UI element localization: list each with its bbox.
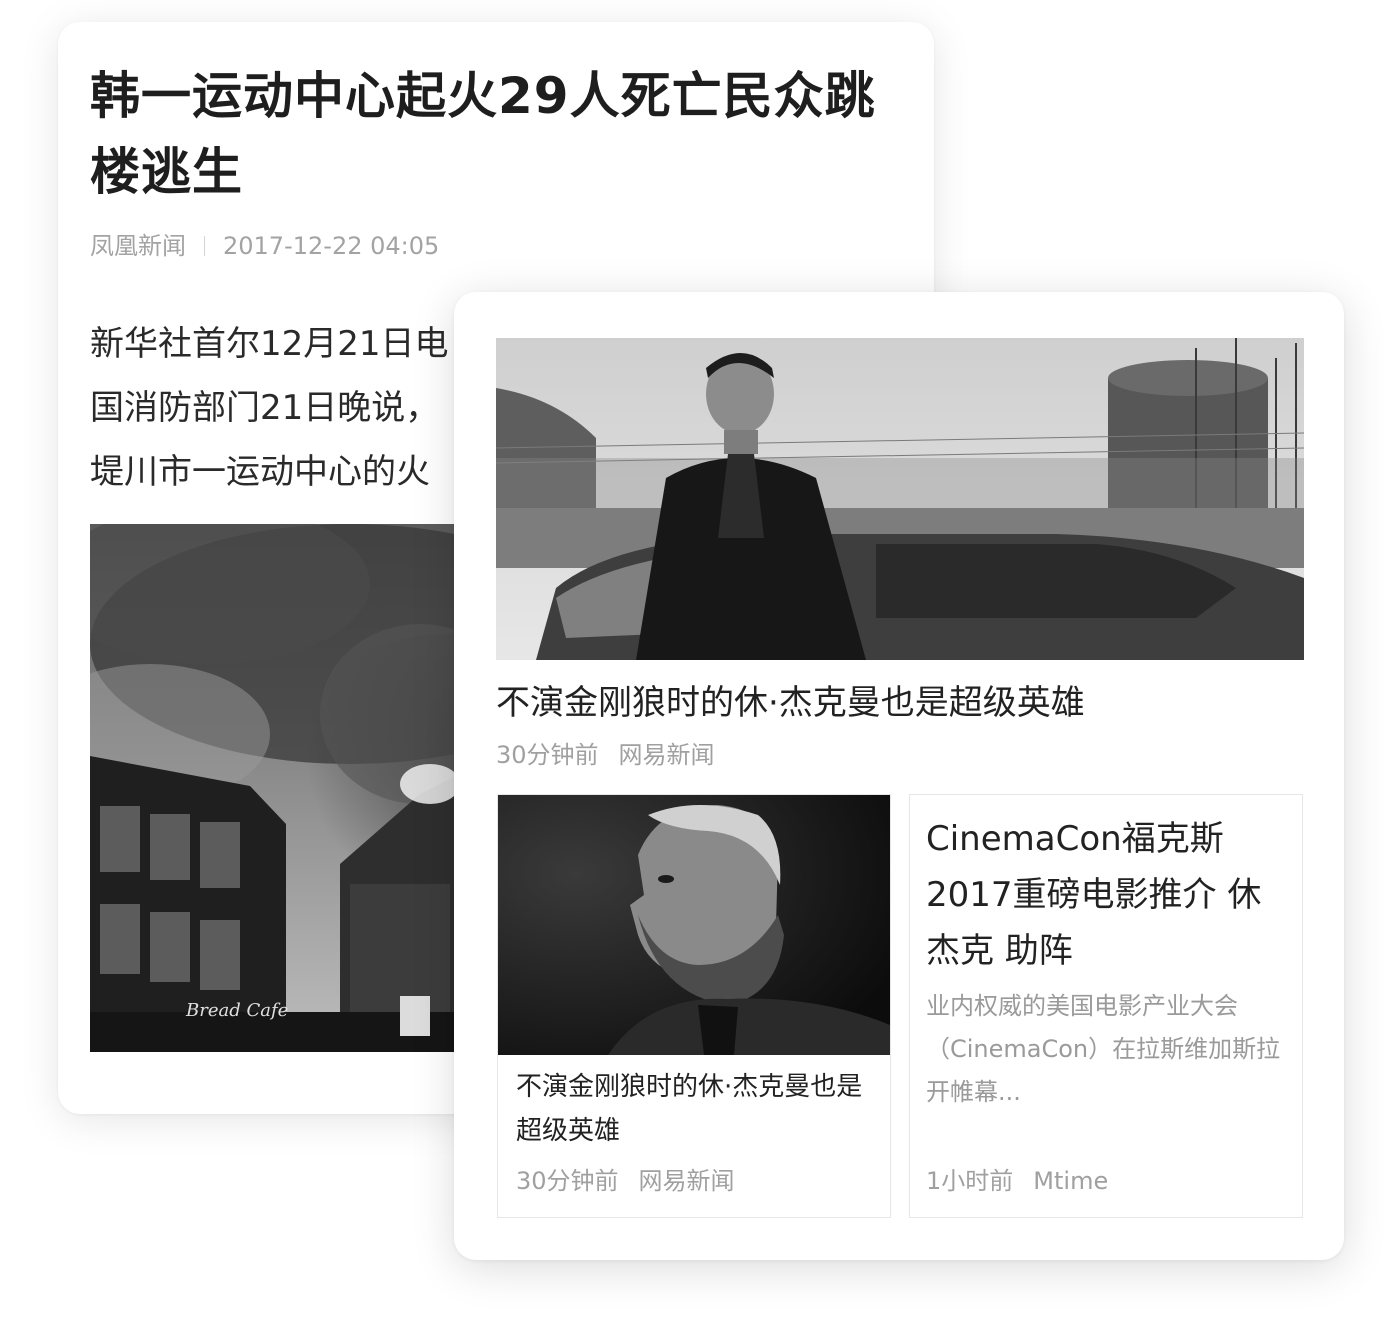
man-with-car-illustration <box>496 338 1304 660</box>
screen: 韩一运动中心起火29人死亡民众跳楼逃生 凤凰新闻 2017-12-22 04:0… <box>0 0 1400 1322</box>
cafe-sign-text: Bread Cafe <box>185 1000 288 1021</box>
bearded-man-illustration <box>498 795 890 1055</box>
man-with-car-photo[interactable] <box>496 338 1304 660</box>
hero-source[interactable]: 网易新闻 <box>619 741 715 769</box>
tile-right-time: 1小时前 <box>926 1167 1014 1195</box>
news-tile-left[interactable]: 不演金刚狼时的休·杰克曼也是超级英雄 30分钟前 网易新闻 <box>497 794 891 1218</box>
article-title: 韩一运动中心起火29人死亡民众跳楼逃生 <box>90 67 876 201</box>
article-time: 2017-12-22 04:05 <box>223 232 440 260</box>
article-meta: 凤凰新闻 2017-12-22 04:05 <box>90 230 439 262</box>
tile-left-headline: 不演金刚狼时的休·杰克曼也是超级英雄 <box>516 1072 863 1146</box>
feed-card: 不演金刚狼时的休·杰克曼也是超级英雄 30分钟前 网易新闻 不演金刚狼时的休·杰… <box>454 292 1344 1260</box>
tile-right-source[interactable]: Mtime <box>1033 1167 1108 1195</box>
article-source[interactable]: 凤凰新闻 <box>90 230 186 262</box>
tile-left-source[interactable]: 网易新闻 <box>639 1167 735 1195</box>
tile-right-headline: CinemaCon福克斯2017重磅电影推介 休杰克 助阵 <box>926 819 1262 971</box>
news-tile-right[interactable]: CinemaCon福克斯2017重磅电影推介 休杰克 助阵 业内权威的美国电影产… <box>909 794 1303 1218</box>
bearded-man-portrait-photo <box>498 795 890 1055</box>
hero-headline[interactable]: 不演金刚狼时的休·杰克曼也是超级英雄 <box>496 680 1085 726</box>
meta-divider <box>204 236 205 256</box>
tile-right-meta: 1小时前 Mtime <box>926 1165 1108 1197</box>
tile-left-meta: 30分钟前 网易新闻 <box>516 1165 735 1197</box>
tile-left-time: 30分钟前 <box>516 1167 619 1195</box>
hero-meta: 30分钟前 网易新闻 <box>496 738 715 772</box>
hero-time: 30分钟前 <box>496 741 599 769</box>
tile-right-summary: 业内权威的美国电影产业大会（CinemaCon）在拉斯维加斯拉开帷幕... <box>926 992 1281 1106</box>
